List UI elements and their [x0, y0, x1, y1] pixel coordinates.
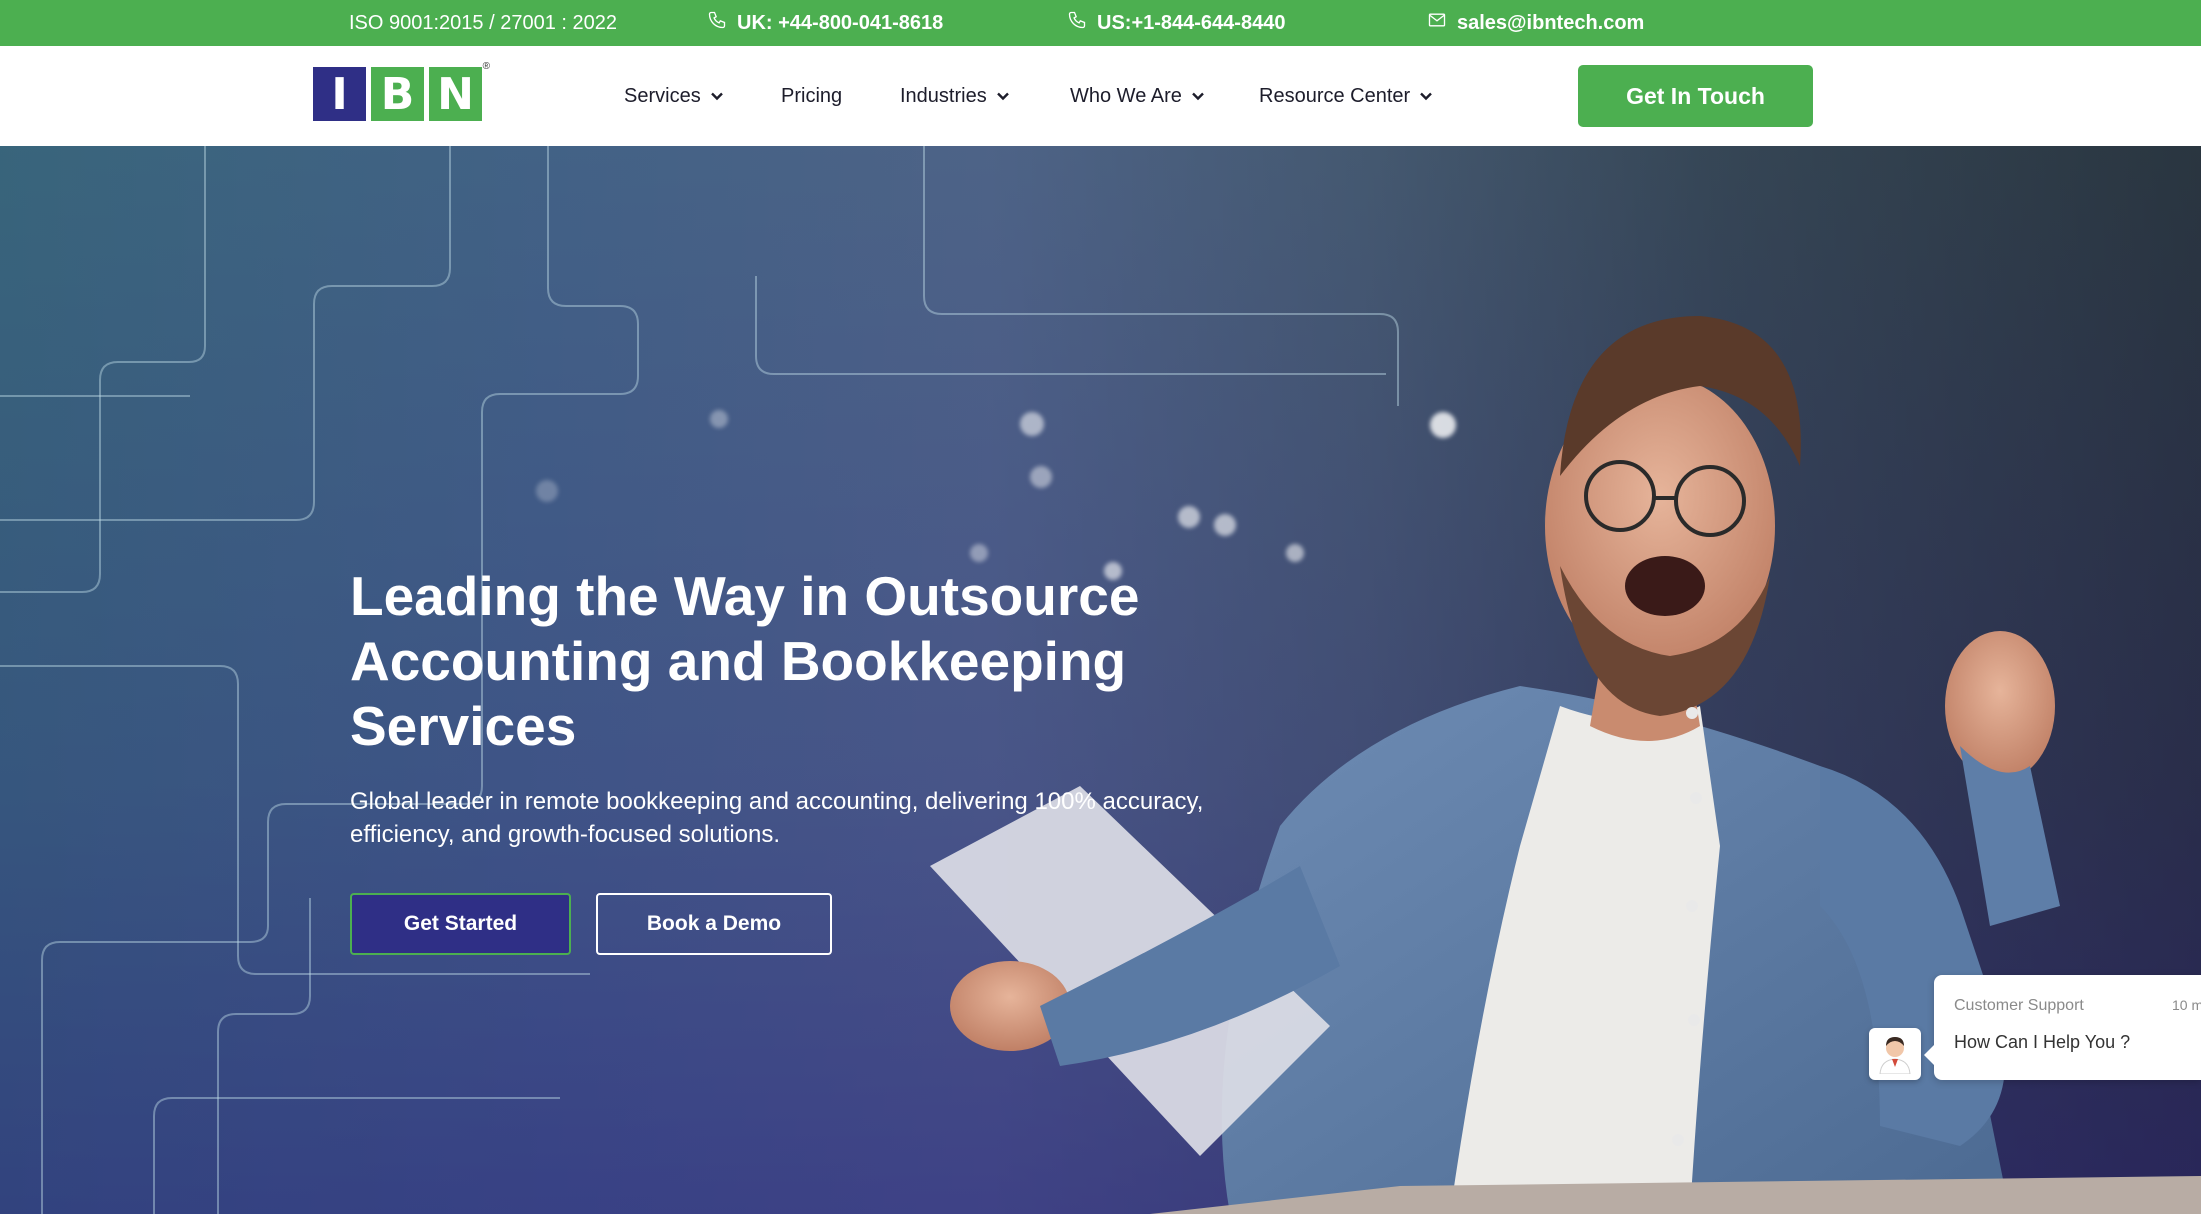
chat-bubble-arrow [1924, 1045, 1934, 1065]
email-text: sales@ibntech.com [1457, 11, 1645, 34]
chevron-down-icon [1420, 92, 1433, 101]
uk-phone-link[interactable]: UK: +44-800-041-8618 [707, 0, 943, 46]
ibn-logo[interactable]: I B N ® [313, 61, 490, 123]
logo-letter-b: B [371, 67, 424, 121]
site-header: I B N ® Services Pricing Industries Who … [0, 46, 2201, 146]
nav-item-label: Services [624, 84, 701, 107]
us-phone-text: US:+1-844-644-8440 [1097, 11, 1286, 34]
logo-registered-mark: ® [482, 61, 490, 72]
nav-item-industries[interactable]: Industries [900, 46, 1010, 146]
iso-text: ISO 9001:2015 / 27001 : 2022 [349, 11, 617, 34]
nav-item-pricing[interactable]: Pricing [781, 46, 842, 146]
iso-certification: ISO 9001:2015 / 27001 : 2022 [349, 0, 617, 46]
chat-label: Customer Support [1954, 997, 2084, 1014]
hero-title: Leading the Way in Outsource Accounting … [350, 565, 1140, 757]
nav-item-label: Industries [900, 84, 987, 107]
chevron-down-icon [710, 92, 723, 101]
nav-item-label: Resource Center [1259, 84, 1411, 107]
nav-item-resource-center[interactable]: Resource Center [1259, 46, 1433, 146]
support-agent-icon [1879, 1037, 1911, 1074]
us-phone-link[interactable]: US:+1-844-644-8440 [1067, 0, 1285, 46]
nav-item-who-we-are[interactable]: Who We Are [1070, 46, 1205, 146]
phone-icon [1067, 10, 1087, 36]
logo-letter-i: I [313, 67, 366, 121]
nav-item-services[interactable]: Services [624, 46, 724, 146]
chat-message: How Can I Help You ? [1954, 1032, 2131, 1052]
chat-support-avatar[interactable] [1869, 1028, 1921, 1080]
get-in-touch-button[interactable]: Get In Touch [1578, 65, 1813, 127]
hero-subtitle: Global leader in remote bookkeeping and … [350, 788, 1204, 848]
phone-icon [707, 10, 727, 36]
mail-icon [1427, 10, 1447, 36]
top-bar: ISO 9001:2015 / 27001 : 2022 UK: +44-800… [0, 0, 2201, 46]
chevron-down-icon [996, 92, 1009, 101]
nav-item-label: Who We Are [1070, 84, 1182, 107]
nav-item-label: Pricing [781, 84, 843, 107]
logo-letter-n: N [429, 67, 482, 121]
book-demo-button[interactable]: Book a Demo [596, 893, 832, 955]
get-started-button[interactable]: Get Started [350, 893, 571, 955]
chat-time: 10 m [2172, 997, 2201, 1013]
uk-phone-text: UK: +44-800-041-8618 [737, 11, 944, 34]
email-link[interactable]: sales@ibntech.com [1427, 0, 1644, 46]
chat-bubble[interactable]: Customer Support 10 m How Can I Help You… [1924, 975, 2201, 1080]
chevron-down-icon [1192, 92, 1204, 101]
